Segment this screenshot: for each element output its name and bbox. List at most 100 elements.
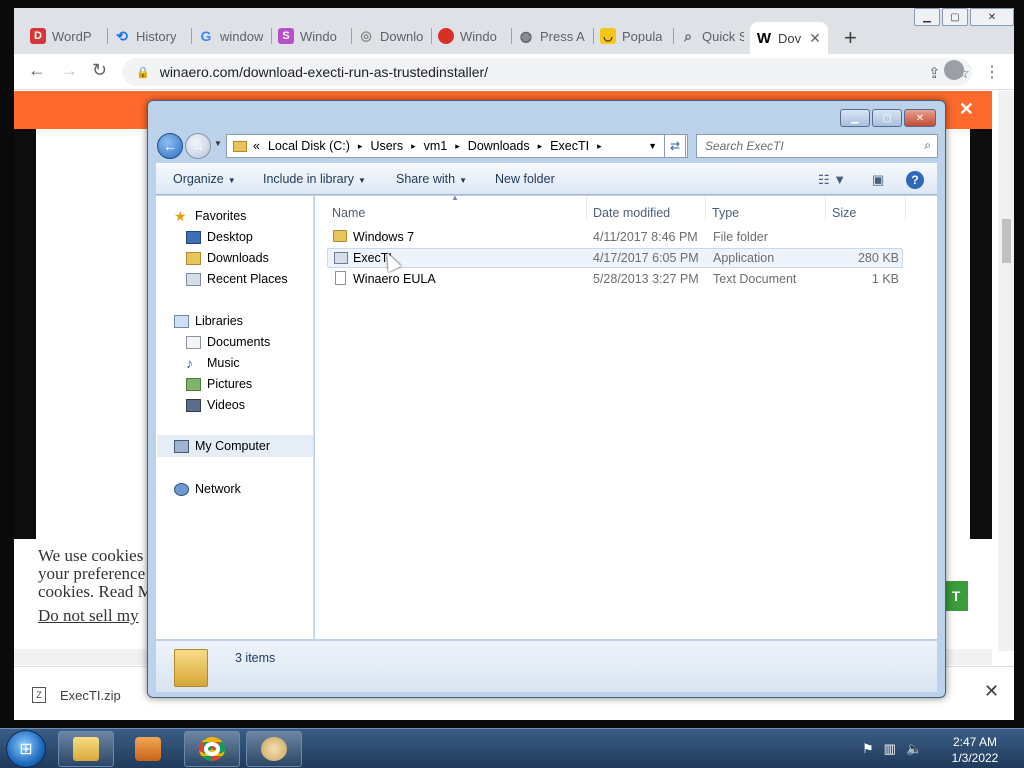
- tab-google-search[interactable]: G window: [192, 22, 272, 50]
- nav-recent-places[interactable]: Recent Places: [186, 272, 288, 286]
- nav-documents[interactable]: Documents: [186, 335, 270, 349]
- explorer-back-button[interactable]: ←: [157, 133, 183, 159]
- tab-wordpress[interactable]: D WordP: [24, 22, 108, 50]
- media-player-icon: [135, 737, 161, 761]
- address-bar[interactable]: 🔒 winaero.com/download-execti-run-as-tru…: [122, 58, 972, 86]
- column-divider[interactable]: [705, 196, 706, 220]
- close-tab-icon[interactable]: ✕: [809, 30, 821, 47]
- include-in-library-button[interactable]: Include in library ▼: [263, 172, 366, 186]
- accept-cookies-button[interactable]: T: [944, 581, 968, 611]
- breadcrumb-execti[interactable]: ExecTI: [550, 139, 589, 153]
- scrollbar-thumb[interactable]: [1002, 219, 1011, 263]
- explorer-close-button[interactable]: ✕: [904, 109, 936, 127]
- taskbar-paint[interactable]: [246, 731, 302, 767]
- explorer-maximize-button[interactable]: ▢: [872, 109, 902, 127]
- new-tab-button[interactable]: +: [844, 25, 857, 51]
- file-row[interactable]: Winaero EULA 5/28/2013 3:27 PM Text Docu…: [327, 269, 903, 289]
- explorer-minimize-button[interactable]: ▁: [840, 109, 870, 127]
- file-row[interactable]: Windows 7 4/11/2017 8:46 PM File folder: [327, 227, 903, 247]
- nav-music[interactable]: ♪ Music: [186, 356, 240, 371]
- breadcrumb-local-disk[interactable]: Local Disk (C:): [268, 139, 350, 153]
- preview-pane-icon[interactable]: ▣: [872, 172, 884, 188]
- download-item[interactable]: Z ExecTI.zip: [32, 687, 121, 703]
- file-date: 4/11/2017 8:46 PM: [593, 230, 698, 244]
- back-arrow-icon[interactable]: ←: [28, 60, 46, 81]
- tab-active-winaero[interactable]: W Dov ✕: [750, 22, 828, 54]
- breadcrumb-users[interactable]: Users: [370, 139, 403, 153]
- nav-network[interactable]: Network: [174, 482, 241, 496]
- close-window-button[interactable]: ✕: [970, 8, 1014, 26]
- column-header-type[interactable]: Type: [712, 196, 739, 220]
- reload-icon[interactable]: ↻: [92, 60, 107, 81]
- tab-history[interactable]: ⟲ History: [108, 22, 192, 50]
- videos-icon: [186, 398, 201, 412]
- minimize-button[interactable]: ▁: [914, 8, 940, 26]
- file-row[interactable]: ExecTI 4/17/2017 6:05 PM Application 280…: [327, 248, 903, 268]
- page-vertical-scrollbar[interactable]: [998, 91, 1014, 651]
- chevron-right-icon[interactable]: ▸: [538, 141, 543, 152]
- do-not-sell-link[interactable]: Do not sell my: [38, 606, 139, 625]
- breadcrumb-downloads[interactable]: Downloads: [468, 139, 530, 153]
- nav-my-computer[interactable]: My Computer: [157, 435, 313, 457]
- nav-pictures[interactable]: Pictures: [186, 377, 252, 391]
- share-icon[interactable]: ⇪: [928, 64, 941, 82]
- volume-icon[interactable]: 🔈: [906, 741, 922, 757]
- nav-libraries[interactable]: Libraries: [174, 314, 243, 328]
- chevron-right-icon[interactable]: ▸: [411, 141, 416, 152]
- nav-downloads[interactable]: Downloads: [186, 251, 269, 265]
- column-divider[interactable]: [905, 196, 906, 220]
- breadcrumb-overflow[interactable]: «: [253, 139, 260, 153]
- chevron-down-icon: ▼: [227, 176, 236, 185]
- close-banner-icon[interactable]: ✕: [959, 99, 974, 120]
- tab-popular[interactable]: ◡ Popula: [594, 22, 674, 50]
- breadcrumb-vm1[interactable]: vm1: [424, 139, 448, 153]
- forward-arrow-icon[interactable]: →: [60, 60, 78, 81]
- magnifier-icon[interactable]: ⌕: [924, 138, 931, 153]
- column-divider[interactable]: [586, 196, 587, 220]
- column-header-name[interactable]: Name: [332, 196, 365, 220]
- search-icon: ⌕: [684, 27, 692, 44]
- taskbar-chrome[interactable]: [184, 731, 240, 767]
- explorer-titlebar[interactable]: ▁ ▢ ✕: [148, 101, 945, 131]
- maximize-button[interactable]: ▢: [942, 8, 968, 26]
- close-downloads-icon[interactable]: ✕: [984, 681, 999, 702]
- new-folder-button[interactable]: New folder: [495, 172, 555, 186]
- chevron-right-icon[interactable]: ▸: [455, 141, 460, 152]
- explorer-search-input[interactable]: Search ExecTI ⌕: [696, 134, 938, 158]
- start-button[interactable]: ⊞: [6, 730, 46, 768]
- tab-windows-2[interactable]: Windo: [432, 22, 512, 50]
- explorer-forward-button[interactable]: →: [185, 133, 211, 159]
- recent-pages-dropdown-icon[interactable]: ▼: [214, 139, 222, 148]
- change-view-icon[interactable]: ☷ ▼: [818, 172, 846, 188]
- chevron-right-icon[interactable]: ▸: [358, 141, 363, 152]
- tab-press[interactable]: ◍ Press A: [512, 22, 594, 50]
- column-header-date[interactable]: Date modified: [593, 196, 670, 220]
- share-with-button[interactable]: Share with ▼: [396, 172, 467, 186]
- organize-button[interactable]: Organize ▼: [173, 172, 236, 186]
- details-pane: 3 items: [156, 640, 937, 692]
- taskbar-explorer[interactable]: [58, 731, 114, 767]
- nav-videos[interactable]: Videos: [186, 398, 245, 412]
- tab-download[interactable]: ◎ Downlo: [352, 22, 432, 50]
- action-center-flag-icon[interactable]: ⚑: [862, 741, 874, 757]
- include-label: Include in library: [263, 172, 355, 186]
- tab-windows-1[interactable]: S Windo: [272, 22, 352, 50]
- nav-desktop[interactable]: Desktop: [186, 230, 253, 244]
- explorer-refresh-icon[interactable]: ⇄: [664, 134, 686, 158]
- profile-avatar[interactable]: [944, 60, 964, 80]
- explorer-address-bar[interactable]: « Local Disk (C:) ▸ Users ▸ vm1 ▸ Downlo…: [226, 134, 688, 158]
- taskbar-media-player[interactable]: [120, 731, 176, 767]
- command-bar: Organize ▼ Include in library ▼ Share with…: [156, 163, 937, 195]
- download-site-icon: ◎: [360, 28, 372, 43]
- address-dropdown-icon[interactable]: ▼: [648, 141, 657, 151]
- menu-kebab-icon[interactable]: ⋮: [984, 62, 1000, 82]
- tab-quick-search[interactable]: ⌕ Quick S: [674, 22, 750, 50]
- chevron-right-icon[interactable]: ▸: [597, 141, 602, 152]
- column-header-size[interactable]: Size: [832, 196, 856, 220]
- column-divider[interactable]: [825, 196, 826, 220]
- nav-favorites[interactable]: ★ Favorites: [174, 209, 246, 224]
- help-icon[interactable]: ?: [906, 171, 924, 189]
- url-text: winaero.com/download-execti-run-as-trust…: [159, 64, 489, 80]
- network-tray-icon[interactable]: ▥: [884, 741, 896, 757]
- taskbar-clock[interactable]: 2:47 AM 1/3/2022: [940, 734, 1010, 766]
